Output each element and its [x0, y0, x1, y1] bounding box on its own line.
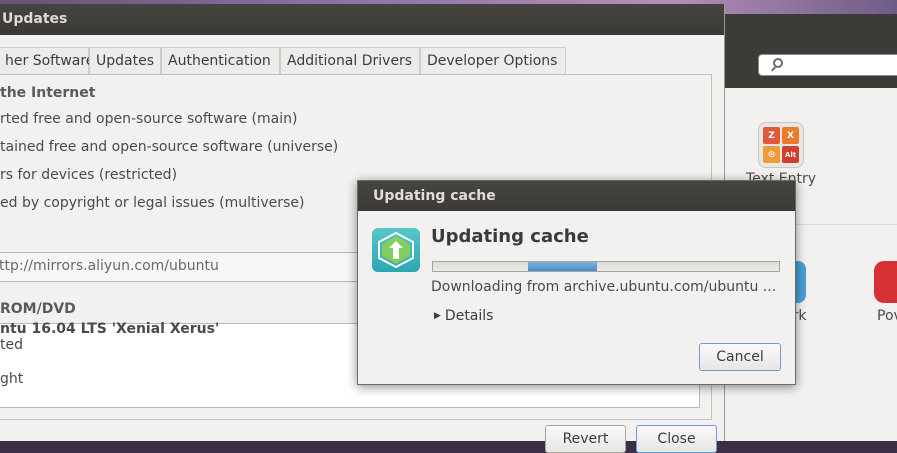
dialog-titlebar[interactable]: Updating cache — [358, 181, 795, 211]
dialog-heading: Updating cache — [431, 226, 589, 247]
dialog-title: Updating cache — [373, 188, 496, 204]
power-icon[interactable] — [874, 261, 897, 303]
window-titlebar[interactable]: Updates — [0, 4, 724, 35]
tab-updates[interactable]: Updates — [89, 47, 161, 74]
details-expander[interactable]: ▶ Details — [434, 308, 493, 324]
text-entry-icon[interactable]: Z X ⊙ Alt — [758, 122, 804, 168]
repo-restricted-checkbox[interactable]: rs for devices (restricted) — [0, 167, 177, 183]
tab-authentication[interactable]: Authentication — [161, 47, 280, 74]
progress-bar — [432, 261, 780, 272]
cdrom-item-name: ntu 16.04 LTS 'Xenial Xerus' — [0, 321, 220, 337]
cdrom-section-title: ROM/DVD — [0, 301, 76, 317]
updating-cache-dialog: Updating cache Updating cache Downloadin… — [357, 180, 796, 385]
text-entry-key-x: X — [782, 127, 799, 144]
cdrom-item-line-2: ted — [0, 337, 23, 353]
repo-universe-checkbox[interactable]: tained free and open-source software (un… — [0, 139, 338, 155]
cancel-button[interactable]: Cancel — [699, 343, 781, 371]
text-entry-key-z: Z — [763, 127, 780, 144]
window-title: Updates — [2, 11, 68, 27]
search-icon — [773, 58, 783, 68]
internet-section-title: the Internet — [0, 85, 96, 101]
software-updater-icon — [372, 228, 420, 272]
download-status-text: Downloading from archive.ubuntu.com/ubun… — [431, 279, 777, 295]
settings-header — [700, 14, 897, 88]
update-arrow-icon — [378, 231, 414, 269]
download-server-value: ttp://mirrors.aliyun.com/ubuntu — [0, 258, 219, 274]
repo-multiverse-checkbox[interactable]: ed by copyright or legal issues (multive… — [0, 195, 304, 211]
text-entry-key-alt: Alt — [782, 146, 799, 163]
settings-search-input[interactable] — [758, 54, 897, 76]
tab-developer-options[interactable]: Developer Options — [420, 47, 566, 74]
cdrom-item-line-3: ght — [0, 371, 24, 387]
close-button[interactable]: Close — [636, 425, 717, 453]
power-label: Pov — [877, 308, 897, 324]
text-entry-key-circle: ⊙ — [763, 146, 780, 163]
details-label: Details — [444, 308, 494, 324]
tab-other-software[interactable]: her Software — [0, 47, 94, 74]
expander-arrow-icon: ▶ — [434, 311, 441, 321]
revert-button[interactable]: Revert — [545, 425, 626, 453]
repo-main-checkbox[interactable]: rted free and open-source software (main… — [0, 111, 297, 127]
progress-bar-fill — [528, 262, 597, 271]
tab-additional-drivers[interactable]: Additional Drivers — [280, 47, 420, 74]
